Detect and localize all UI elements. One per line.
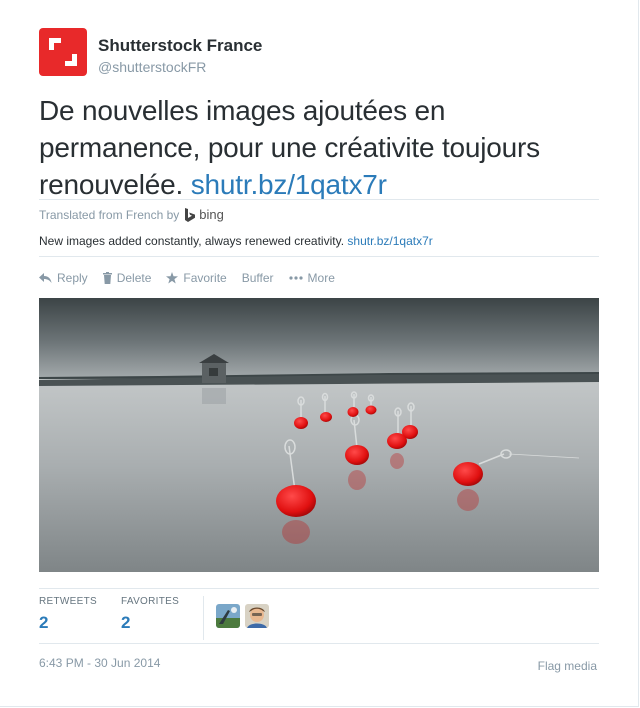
tweet-photo[interactable] <box>39 298 599 572</box>
translation-link[interactable]: shutr.bz/1qatx7r <box>347 234 432 248</box>
account-fullname[interactable]: Shutterstock France <box>98 36 262 56</box>
more-label: More <box>307 271 335 285</box>
favoriter-avatar[interactable] <box>216 604 240 628</box>
delete-button[interactable]: Delete <box>102 271 152 285</box>
stats-separator <box>203 596 204 640</box>
account-avatar[interactable] <box>39 28 87 76</box>
buffer-button[interactable]: Buffer <box>242 271 274 285</box>
delete-label: Delete <box>116 271 152 285</box>
bing-attribution[interactable]: bing <box>185 207 224 222</box>
flag-media-link[interactable]: Flag media <box>538 659 597 673</box>
divider <box>39 256 599 257</box>
bing-label: bing <box>199 207 224 222</box>
tweet-card: Shutterstock France @shutterstockFR De n… <box>0 0 639 707</box>
translation-body: New images added constantly, always rene… <box>39 234 345 248</box>
reply-label: Reply <box>57 271 88 285</box>
divider <box>39 199 599 200</box>
bing-logo-icon <box>185 207 196 222</box>
favorites-stat[interactable]: FAVORITES 2 <box>121 596 179 633</box>
favorites-label: FAVORITES <box>121 596 180 607</box>
trash-icon <box>102 272 112 284</box>
more-button[interactable]: More <box>288 271 335 285</box>
user-avatar-image <box>216 604 240 628</box>
favoriter-avatar[interactable] <box>245 604 269 628</box>
reply-button[interactable]: Reply <box>39 271 88 285</box>
translation-text: New images added constantly, always rene… <box>39 234 433 248</box>
favorite-button[interactable]: Favorite <box>166 271 227 285</box>
favorites-count: 2 <box>121 613 131 632</box>
star-icon <box>166 272 179 284</box>
translation-attribution: Translated from French by bing <box>39 207 224 222</box>
divider <box>39 643 599 644</box>
tweet-text: De nouvelles images ajoutées en permanen… <box>39 92 599 203</box>
reply-icon <box>39 272 52 284</box>
account-screenname[interactable]: @shutterstockFR <box>98 59 206 75</box>
translation-label: Translated from French by <box>39 207 180 222</box>
tweet-timestamp[interactable]: 6:43 PM - 30 Jun 2014 <box>39 656 160 670</box>
shutterstock-logo-icon <box>49 38 77 66</box>
tweet-link[interactable]: shutr.bz/1qatx7r <box>191 169 387 200</box>
retweets-count: 2 <box>39 613 49 632</box>
buffer-label: Buffer <box>241 271 274 285</box>
retweets-stat[interactable]: RETWEETS 2 <box>39 596 97 633</box>
favorite-label: Favorite <box>183 271 227 285</box>
divider <box>39 588 599 589</box>
user-avatar-image <box>245 604 269 628</box>
more-dots-icon <box>288 276 303 280</box>
tweet-actions: Reply Delete Favorite Buffer More <box>39 271 350 285</box>
buoys-photo <box>39 298 599 572</box>
retweets-label: RETWEETS <box>39 596 97 607</box>
